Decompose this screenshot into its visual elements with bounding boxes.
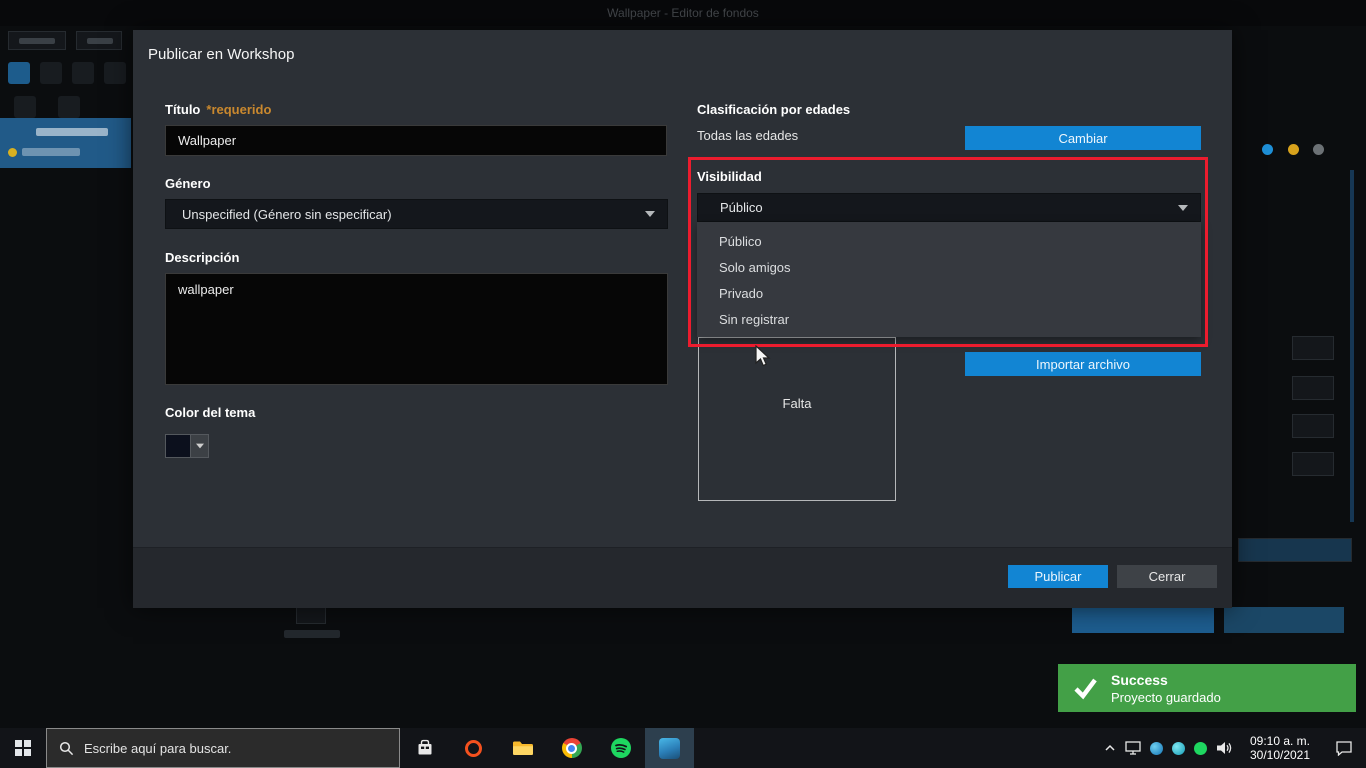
taskbar-spotify-icon[interactable] (596, 728, 645, 768)
background-toolbar-icon (8, 62, 30, 84)
chevron-down-icon (195, 443, 204, 449)
spotify-logo-icon (610, 738, 631, 758)
background-decor (19, 38, 55, 44)
tray-teal-app-icon[interactable] (1172, 741, 1185, 755)
taskbar-clock[interactable]: 09:10 a. m. 30/10/2021 (1242, 734, 1318, 762)
visibilidad-option-publico[interactable]: Público (697, 229, 1201, 255)
taskbar-file-explorer-icon[interactable] (498, 728, 547, 768)
preview-image-box: Falta (698, 337, 896, 501)
background-decor (284, 630, 340, 638)
dialog-footer: Publicar Cerrar (133, 547, 1232, 608)
visibilidad-selected-value: Público (720, 200, 763, 215)
chrome-logo-icon (561, 738, 582, 758)
taskbar-apps (400, 728, 694, 768)
visibilidad-option-solo-amigos[interactable]: Solo amigos (697, 255, 1201, 281)
chevron-down-icon (1178, 204, 1188, 211)
clock-time: 09:10 a. m. (1249, 734, 1311, 748)
publish-workshop-dialog: Publicar en Workshop Título *requerido Gé… (133, 30, 1232, 608)
visibilidad-label: Visibilidad (697, 169, 762, 184)
tray-blue-app-icon[interactable] (1150, 741, 1163, 755)
background-decor (36, 128, 108, 136)
background-panel-icon (1292, 452, 1334, 476)
notification-center-icon[interactable] (1327, 740, 1361, 756)
required-marker: *requerido (206, 102, 272, 117)
visibilidad-option-sin-registrar[interactable]: Sin registrar (697, 307, 1201, 333)
background-toolbar-icon (14, 96, 36, 118)
background-selected-list-item (0, 118, 131, 168)
dialog-title: Publicar en Workshop (148, 46, 295, 63)
windows-logo-icon (15, 740, 31, 756)
preview-missing-text: Falta (782, 396, 812, 411)
importar-archivo-button[interactable]: Importar archivo (965, 352, 1201, 376)
theme-color-swatch (165, 434, 191, 458)
clasificacion-value: Todas las edades (697, 128, 799, 143)
background-toolbar-icon (72, 62, 94, 84)
clock-date: 30/10/2021 (1249, 748, 1311, 762)
tray-expand-chevron-icon[interactable] (1104, 744, 1116, 752)
background-menu-button (76, 31, 122, 50)
titulo-label-text: Título (165, 102, 201, 117)
taskbar-media-app-icon[interactable] (449, 728, 498, 768)
taskbar-wallpaper-engine-icon[interactable] (645, 728, 694, 768)
search-input[interactable] (84, 740, 374, 756)
background-toolbar-icon (58, 96, 80, 118)
visibilidad-options-list: Público Solo amigos Privado Sin registra… (697, 222, 1201, 337)
windows-taskbar: 09:10 a. m. 30/10/2021 (0, 728, 1366, 768)
theme-color-picker[interactable] (165, 434, 209, 458)
background-dot-icon (1262, 144, 1273, 155)
titulo-label: Título *requerido (165, 102, 271, 117)
toast-message: Proyecto guardado (1111, 689, 1221, 705)
background-scrollbar (1350, 170, 1354, 522)
cerrar-button[interactable]: Cerrar (1117, 565, 1217, 588)
publicar-button[interactable]: Publicar (1008, 565, 1108, 588)
background-decor (87, 38, 113, 44)
background-dot-icon (1313, 144, 1324, 155)
background-window-title: Wallpaper - Editor de fondos (607, 6, 759, 20)
visibilidad-option-privado[interactable]: Privado (697, 281, 1201, 307)
tray-monitor-icon[interactable] (1125, 741, 1141, 755)
background-menu-button (8, 31, 66, 50)
volume-icon[interactable] (1216, 740, 1233, 756)
background-panel-icon (1292, 376, 1334, 400)
color-tema-label: Color del tema (165, 405, 256, 420)
toast-text: Success Proyecto guardado (1111, 672, 1221, 705)
visibilidad-select[interactable]: Público (697, 193, 1201, 222)
media-app-ring-icon (465, 739, 482, 757)
search-icon (59, 741, 74, 755)
taskbar-chrome-icon[interactable] (547, 728, 596, 768)
descripcion-textarea[interactable]: wallpaper (165, 273, 668, 385)
background-panel-icon (1292, 336, 1334, 360)
background-decor (22, 148, 80, 156)
genero-label: Género (165, 176, 211, 191)
background-dot-icon (1288, 144, 1299, 155)
titulo-input[interactable] (165, 125, 667, 156)
background-panel-button (1238, 538, 1352, 562)
toast-title: Success (1111, 671, 1168, 688)
cambiar-button[interactable]: Cambiar (965, 126, 1201, 150)
system-tray: 09:10 a. m. 30/10/2021 (1104, 728, 1366, 768)
check-icon (1074, 678, 1097, 700)
background-toolbar-icon (40, 62, 62, 84)
background-blue-button (1072, 607, 1214, 633)
background-toolbar-icon (104, 62, 126, 84)
taskbar-search-box[interactable] (46, 728, 400, 768)
start-button[interactable] (0, 728, 46, 768)
desktop: Wallpaper - Editor de fondos Publicar en… (0, 0, 1366, 768)
descripcion-label: Descripción (165, 250, 240, 265)
genero-select[interactable]: Unspecified (Género sin especificar) (165, 199, 668, 229)
background-panel-icon (1292, 414, 1334, 438)
clasificacion-label: Clasificación por edades (697, 102, 851, 117)
taskbar-microsoft-store-icon[interactable] (400, 728, 449, 768)
success-toast: Success Proyecto guardado (1058, 664, 1356, 712)
background-star-icon (8, 148, 17, 157)
theme-color-dropdown[interactable] (191, 434, 209, 458)
genero-selected-value: Unspecified (Género sin especificar) (182, 206, 392, 222)
chevron-down-icon (645, 211, 655, 217)
wallpaper-engine-logo-icon (659, 737, 680, 759)
tray-spotify-icon[interactable] (1194, 741, 1207, 755)
background-blue-button (1224, 607, 1344, 633)
